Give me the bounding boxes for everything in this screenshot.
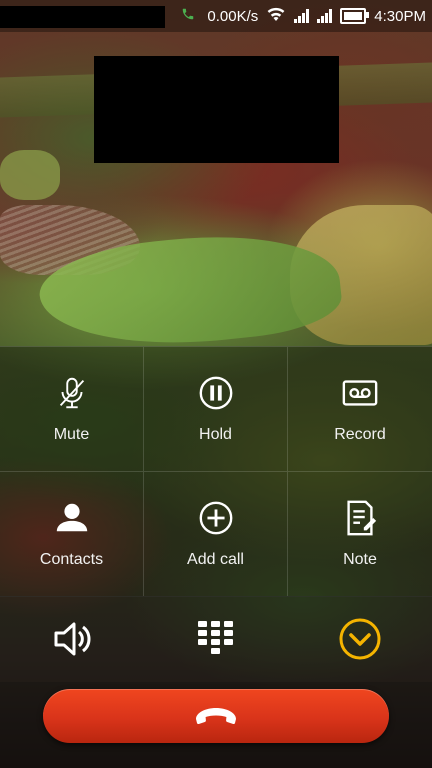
pause-icon xyxy=(199,376,232,410)
collapse-button[interactable] xyxy=(330,609,390,669)
contacts-label: Contacts xyxy=(39,551,104,568)
contacts-button[interactable]: Contacts xyxy=(0,472,144,597)
note-button[interactable]: Note xyxy=(288,472,432,597)
add-call-icon xyxy=(199,501,232,535)
battery-icon xyxy=(340,8,370,24)
chevron-down-icon xyxy=(339,618,381,660)
dialpad-button[interactable] xyxy=(186,609,246,669)
end-call-icon xyxy=(196,708,236,725)
status-bar: 0.00K/s 4:30PM xyxy=(0,0,432,32)
end-call-area xyxy=(0,682,432,768)
add-call-label: Add call xyxy=(187,551,244,568)
record-label: Record xyxy=(334,426,386,443)
call-controls-bar xyxy=(0,596,432,682)
person-icon xyxy=(56,503,87,532)
add-call-button[interactable]: Add call xyxy=(144,472,288,597)
speaker-icon xyxy=(54,622,91,656)
dialpad-icon xyxy=(198,621,233,654)
redacted-caller-info xyxy=(94,56,339,163)
hold-label: Hold xyxy=(199,426,232,443)
record-button[interactable]: Record xyxy=(288,347,432,472)
mic-off-icon xyxy=(59,377,84,409)
end-call-button[interactable] xyxy=(43,689,389,743)
in-call-actions-grid: Mute Hold Record Contacts Add call Note xyxy=(0,346,432,597)
redacted-notification-area xyxy=(0,6,165,28)
signal-icon xyxy=(294,9,310,23)
record-icon xyxy=(342,380,378,406)
signal-icon xyxy=(317,9,333,23)
call-active-icon xyxy=(181,7,195,25)
note-label: Note xyxy=(343,551,377,568)
wifi-icon xyxy=(266,7,286,25)
clock: 4:30PM xyxy=(374,7,426,25)
hold-button[interactable]: Hold xyxy=(144,347,288,472)
network-speed: 0.00K/s xyxy=(207,7,259,25)
note-icon xyxy=(347,500,377,536)
mute-label: Mute xyxy=(53,426,90,443)
mute-button[interactable]: Mute xyxy=(0,347,144,472)
speaker-button[interactable] xyxy=(42,609,102,669)
